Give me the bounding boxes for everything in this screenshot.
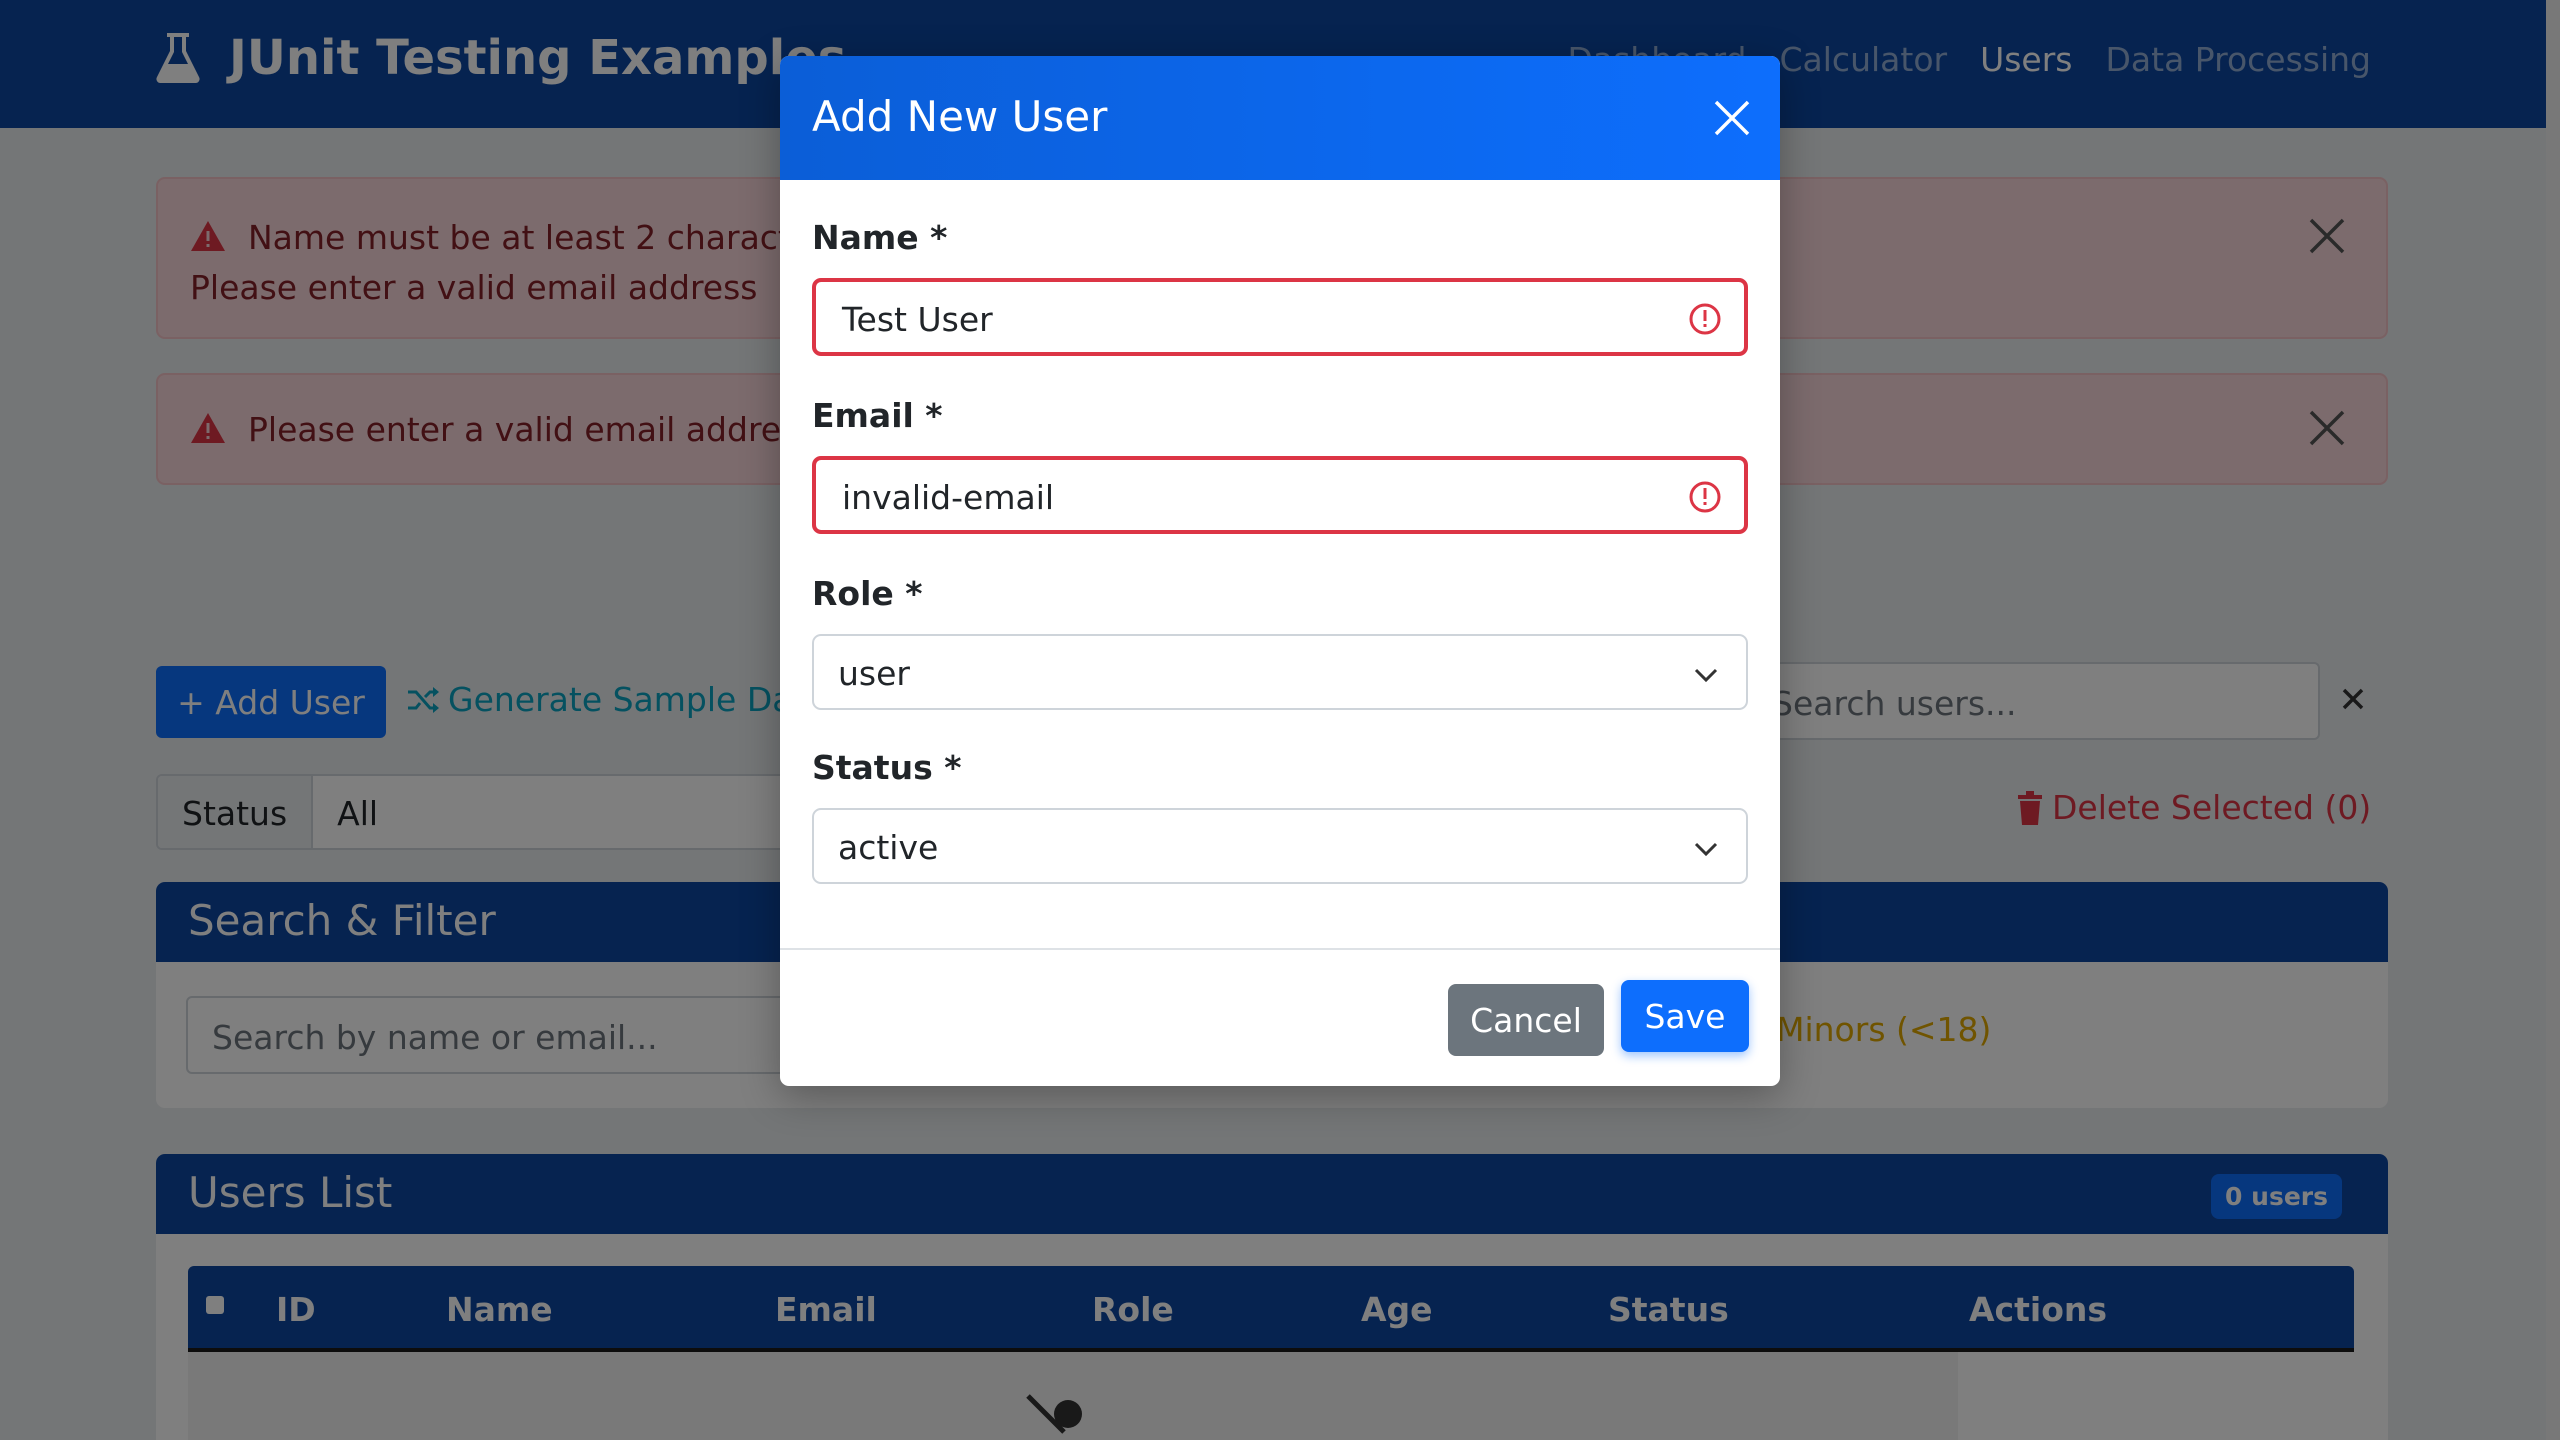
- save-button[interactable]: Save: [1621, 980, 1749, 1052]
- name-field[interactable]: Test User: [812, 278, 1748, 356]
- add-user-modal: Add New User Name * Test User Email * in…: [780, 56, 1780, 1086]
- modal-header: Add New User: [780, 56, 1780, 180]
- role-select[interactable]: user: [812, 634, 1748, 710]
- role-label: Role *: [812, 574, 923, 613]
- email-field-value: invalid-email: [842, 478, 1055, 517]
- error-icon: [1689, 481, 1721, 513]
- role-select-value: user: [838, 654, 910, 693]
- email-field[interactable]: invalid-email: [812, 456, 1748, 534]
- status-select[interactable]: active: [812, 808, 1748, 884]
- chevron-down-icon: [1694, 668, 1718, 683]
- close-icon[interactable]: [1712, 98, 1752, 138]
- error-icon: [1689, 303, 1721, 335]
- cancel-button[interactable]: Cancel: [1448, 984, 1604, 1056]
- status-select-value: active: [838, 828, 939, 867]
- name-field-value: Test User: [842, 300, 993, 339]
- modal-footer: Cancel Save: [780, 948, 1780, 1086]
- status-label: Status *: [812, 748, 962, 787]
- chevron-down-icon: [1694, 842, 1718, 857]
- email-label: Email *: [812, 396, 943, 435]
- modal-title: Add New User: [812, 92, 1108, 141]
- name-label: Name *: [812, 218, 948, 257]
